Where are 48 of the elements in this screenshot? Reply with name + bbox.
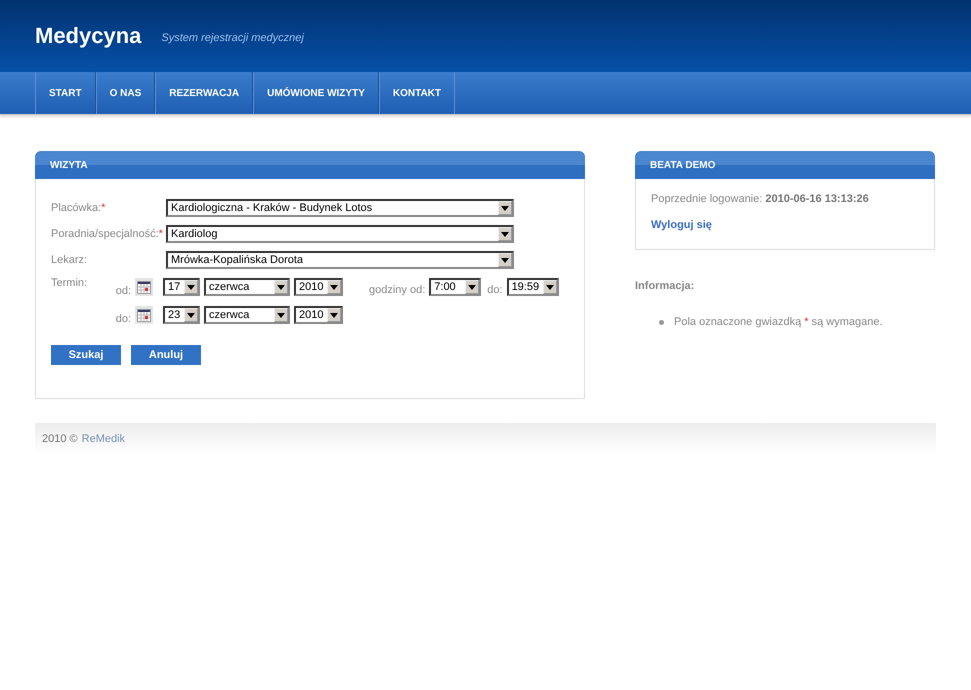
field-label: do: [487, 284, 503, 296]
nav-link[interactable]: UMÓWIONE WIZYTY [253, 72, 379, 114]
site-subtitle: System rejestracji medycznej [161, 32, 304, 44]
dropdown[interactable]: 19:59 [506, 278, 559, 296]
logout-link[interactable]: Wyloguj się [651, 219, 919, 231]
dropdown[interactable]: Kardiologiczna - Kraków - Budynek Lotos [166, 199, 514, 217]
bullet-icon [659, 320, 664, 324]
panel-header: WIZYTA [35, 151, 585, 179]
dropdown[interactable]: czerwca [204, 306, 290, 324]
dropdown[interactable]: 2010 [294, 306, 343, 324]
panel-header: BEATA DEMO [635, 151, 935, 179]
caret-icon [184, 308, 198, 322]
site-title: Medycyna [35, 23, 142, 49]
caret-icon [465, 280, 480, 294]
field-label: Lekarz: [51, 254, 88, 266]
last-login-text: Poprzednie logowanie: 2010-06-16 13:13:26 [651, 193, 870, 205]
calendar-icon[interactable] [135, 306, 153, 324]
caret-icon [184, 280, 198, 294]
caret-icon [498, 253, 512, 267]
caret-icon [327, 280, 341, 294]
caret-icon [498, 227, 512, 241]
form-button[interactable]: Anuluj [131, 345, 201, 365]
caret-icon [274, 308, 288, 322]
copyright-text: 2010 © [42, 433, 78, 445]
info-title: Informacja: [635, 280, 696, 292]
dropdown[interactable]: Kardiolog [166, 225, 514, 243]
caret-icon [274, 280, 288, 294]
field-label: Termin: [51, 277, 88, 289]
field-label: Placówka:* [51, 202, 106, 214]
nav-link[interactable]: REZERWACJA [155, 72, 254, 114]
nav-link[interactable]: O NAS [96, 72, 156, 114]
nav-link[interactable]: START [35, 72, 96, 114]
caret-icon [498, 201, 512, 215]
dropdown[interactable]: 2010 [294, 278, 343, 296]
dropdown[interactable]: 7:00 [429, 278, 482, 296]
field-label: Poradnia/specjalność:* [51, 228, 164, 240]
caret-icon [327, 308, 341, 322]
caret-icon [542, 280, 557, 294]
info-text: Pola oznaczone gwiazdką * są wymagane. [674, 316, 883, 328]
dropdown[interactable]: Mrówka-Kopalińska Dorota [166, 251, 514, 269]
form-button[interactable]: Szukaj [51, 345, 121, 365]
dropdown[interactable]: 23 [163, 306, 200, 324]
calendar-icon[interactable] [135, 278, 153, 296]
field-label: do: [114, 313, 132, 325]
field-label: godziny od: [369, 284, 426, 296]
dropdown[interactable]: 17 [163, 278, 200, 296]
dropdown[interactable]: czerwca [204, 278, 290, 296]
field-label: od: [114, 285, 132, 297]
